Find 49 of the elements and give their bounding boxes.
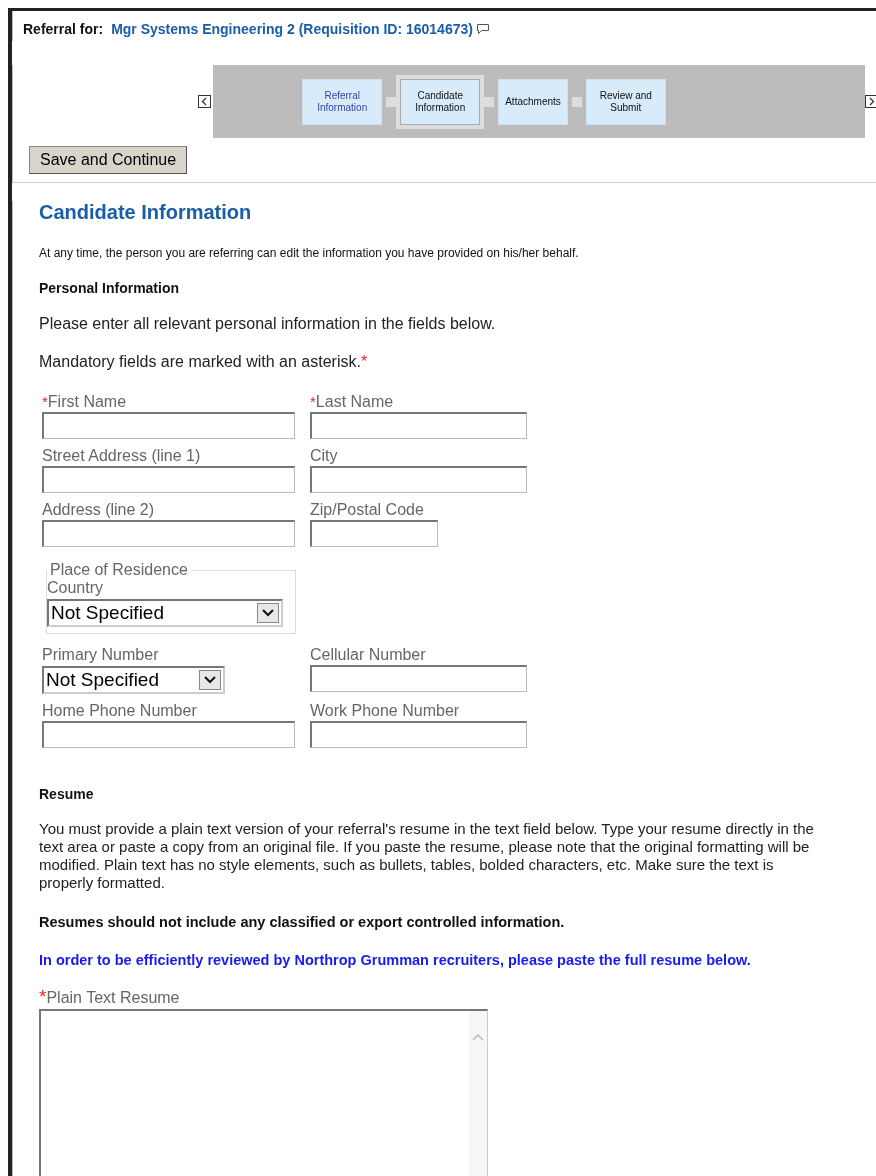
input-field[interactable] [310,665,527,692]
field-label: City [310,447,338,464]
mandatory-note: Mandatory fields are marked with an asterisk. [39,353,361,370]
field-label: First Name [47,393,127,410]
asterisk: * [360,353,368,370]
field-label: Street Address (line 1) [42,447,201,464]
input-field[interactable] [42,520,295,547]
field-label: Primary Number [42,646,159,663]
required-asterisk: * [39,986,47,1007]
field-label: Zip/Postal Code [310,501,424,518]
input-field[interactable] [310,721,527,748]
referral-label: Referral for: [23,21,104,37]
section-heading: Resume [39,786,95,802]
step-tab[interactable]: Candidate Information [400,78,481,125]
warning-text: Resumes should not include any classified or export controlled information. [39,914,566,930]
comment-icon[interactable] [475,23,490,35]
field-label: Work Phone Number [310,702,460,719]
step-tab[interactable]: Attachments [498,78,568,125]
notice-text: In order to be efficiently reviewed by Northrop Grumman recruiters, please paste the full resume below. [39,952,752,968]
input-field[interactable] [42,412,295,439]
section-heading: Personal Information [39,280,181,296]
field-label: Country [47,579,104,596]
step-tab[interactable]: Review and Submit [585,78,666,125]
scroll-left-icon[interactable] [198,95,211,108]
input-field[interactable] [42,721,295,748]
required-asterisk: * [310,393,316,410]
required-asterisk: * [42,393,48,410]
field-label: Address (line 2) [42,501,155,518]
input-field[interactable] [310,466,527,493]
step-tab[interactable]: Referral Information [302,78,383,125]
instruction-text: Please enter all relevant personal information in the fields below. [39,315,497,333]
resume-instructions: You must provide a plain text version of your referral's resume in the text field below. Type your resume directly in the text area or paste a copy from an original file. If you paste the resume, please note that the original formatting will be modified. Plain text has no style elements, such as bullets, tables, bolded characters, etc. Make sure the text is properly formatted. [39,820,815,892]
requisition-title: Mgr Systems Engineering 2 (Requisition ID: 16014673) [111,21,473,37]
field-label: Plain Text Resume [46,989,180,1006]
field-label: Last Name [315,393,394,410]
step-connector [571,96,582,107]
input-field[interactable] [42,466,295,493]
intro-text: At any time, the person you are referring can edit the information you have provided on his/her behalf. [39,246,580,260]
input-field[interactable] [310,412,527,439]
field-label: Home Phone Number [42,702,197,719]
scrollbar[interactable] [469,1011,487,1176]
save-and-continue-button[interactable]: Save and Continue [29,146,188,174]
field-label: Cellular Number [310,646,426,663]
dropdown[interactable]: Not Specified [47,599,283,627]
page-title: Candidate Information [39,201,253,224]
dropdown[interactable]: Not Specified [42,666,225,694]
fieldset-legend: Place of Residence [47,561,191,579]
input-field[interactable] [310,520,438,547]
scroll-right-icon[interactable] [865,95,876,108]
